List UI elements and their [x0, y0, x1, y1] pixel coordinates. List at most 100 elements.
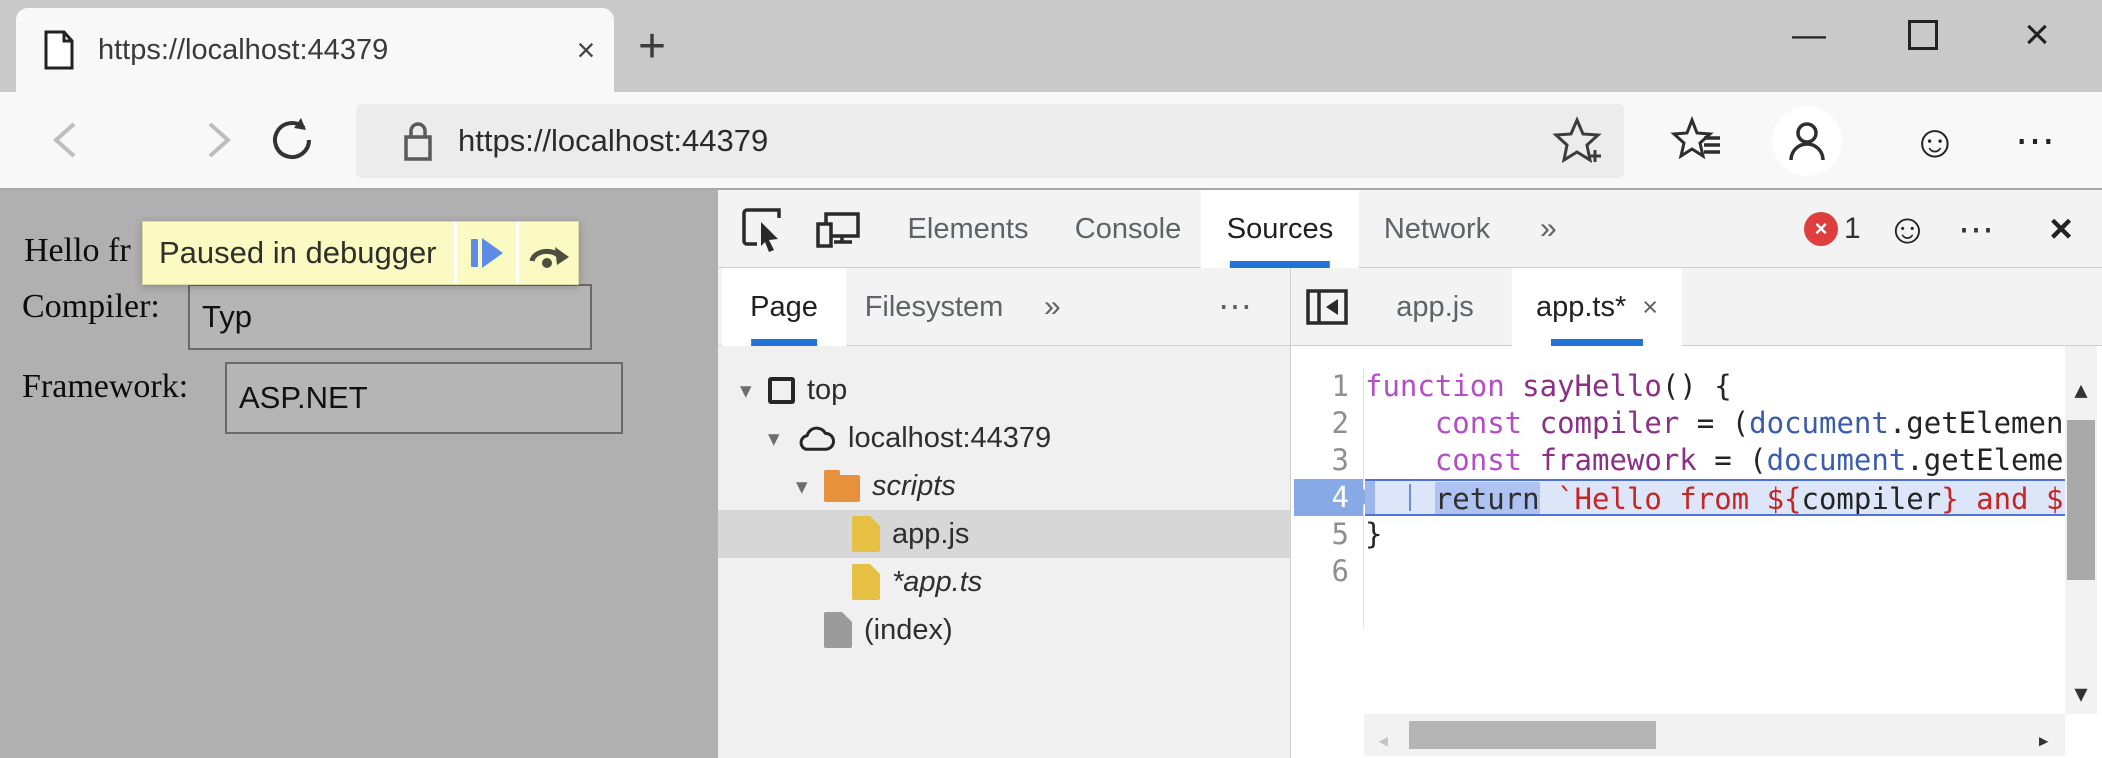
line-number-gutter[interactable]: 123456	[1291, 368, 1364, 628]
refresh-icon[interactable]	[268, 116, 316, 164]
devtools-tab-console[interactable]: Console	[1049, 190, 1207, 268]
expander-arrow-icon[interactable]: ▾	[740, 377, 768, 404]
folder-icon	[824, 475, 860, 502]
https-lock-icon	[400, 119, 436, 163]
horizontal-scrollbar[interactable]: ◂ ▸	[1364, 714, 2065, 756]
scroll-right-icon[interactable]: ▸	[2037, 722, 2051, 758]
compiler-label: Compiler:	[22, 288, 160, 326]
paused-banner-label: Paused in debugger	[143, 222, 454, 284]
sources-sidebar: PageFilesystem » ⋯ ▾top▾localhost:44379▾…	[718, 268, 1290, 758]
devtools-panel: ElementsConsoleSourcesNetwork » × 1 ☺ ⋯ …	[718, 190, 2102, 758]
favorites-hub-button[interactable]	[1662, 106, 1732, 176]
step-over-button[interactable]	[516, 222, 578, 284]
window-maximize-button[interactable]	[1880, 0, 1966, 70]
ellipsis-icon: ⋯	[2015, 118, 2059, 164]
step-over-icon	[527, 237, 571, 269]
sidebar-tab-filesystem[interactable]: Filesystem	[837, 268, 1032, 346]
tree-item-top[interactable]: ▾ top	[718, 366, 1290, 414]
browser-window: https://localhost:44379 × + — × https://…	[0, 0, 2102, 758]
line-number-6[interactable]: 6	[1291, 553, 1363, 590]
horizontal-scroll-thumb[interactable]	[1409, 721, 1656, 749]
tree-item--index-[interactable]: (index)	[718, 606, 1290, 654]
resume-script-button[interactable]	[454, 222, 516, 284]
page-heading: Hello fr	[24, 232, 131, 270]
vertical-scrollbar[interactable]: ▲ ▼	[2065, 346, 2097, 714]
device-toolbar-icon[interactable]	[816, 206, 862, 252]
vertical-scroll-thumb[interactable]	[2067, 420, 2095, 580]
hide-navigator-icon[interactable]	[1305, 285, 1349, 329]
tree-item-app-js[interactable]: app.js	[718, 510, 1290, 558]
compiler-value: Typ	[202, 299, 252, 335]
code-editor[interactable]: 123456 function sayHello() { const compi…	[1291, 346, 2102, 758]
profile-button[interactable]	[1772, 106, 1842, 176]
editor-tab-label: app.ts*	[1536, 291, 1626, 324]
address-bar-url[interactable]: https://localhost:44379	[458, 123, 1624, 159]
web-page: Hello fr Compiler: Typ Framework: ASP.NE…	[0, 190, 718, 758]
framework-value: ASP.NET	[239, 380, 368, 416]
code-line-4[interactable]: return `Hello from ${compiler} and ${f	[1365, 479, 2065, 516]
editor-tab-close-icon[interactable]: ×	[1642, 292, 1658, 323]
code-line-1[interactable]: function sayHello() {	[1365, 368, 2065, 405]
settings-more-button[interactable]: ⋯	[2002, 106, 2072, 176]
add-favorite-star-icon[interactable]	[1548, 112, 1606, 170]
tree-item-localhost-44379[interactable]: ▾ localhost:44379	[718, 414, 1290, 462]
devtools-feedback-smiley-icon[interactable]: ☺	[1886, 190, 1929, 268]
inspect-element-icon[interactable]	[740, 206, 786, 252]
line-number-3[interactable]: 3	[1291, 442, 1363, 479]
devtools-tab-sources[interactable]: Sources	[1201, 190, 1359, 268]
file-index-icon	[824, 612, 852, 648]
tab-title: https://localhost:44379	[98, 34, 558, 67]
line-number-5[interactable]: 5	[1291, 516, 1363, 553]
new-tab-button[interactable]: +	[622, 16, 682, 76]
frame-icon	[768, 377, 795, 404]
content-area: Hello fr Compiler: Typ Framework: ASP.NE…	[0, 190, 2102, 758]
window-close-button[interactable]: ×	[1994, 0, 2080, 70]
line-number-1[interactable]: 1	[1291, 368, 1363, 405]
tree-item-scripts[interactable]: ▾scripts	[718, 462, 1290, 510]
tree-item-label: (index)	[864, 614, 953, 647]
editor-tab-app-js[interactable]: app.js	[1372, 268, 1497, 346]
scroll-up-icon[interactable]: ▲	[2065, 372, 2097, 409]
code-line-6[interactable]	[1365, 553, 2065, 590]
devtools-tab-elements[interactable]: Elements	[882, 190, 1055, 268]
sidebar-menu-ellipsis-icon[interactable]: ⋯	[1218, 268, 1254, 346]
compiler-input[interactable]: Typ	[188, 284, 592, 350]
expander-arrow-icon[interactable]: ▾	[796, 473, 824, 500]
code-line-3[interactable]: const framework = (document.getElement	[1365, 442, 2065, 479]
more-tabs-chevrons[interactable]: »	[1540, 190, 1557, 268]
tree-item-label: app.js	[892, 518, 969, 551]
window-minimize-button[interactable]: —	[1766, 0, 1852, 70]
devtools-menu-ellipsis-icon[interactable]: ⋯	[1958, 190, 1997, 268]
code-line-5[interactable]: }	[1365, 516, 2065, 553]
back-icon[interactable]	[44, 116, 92, 164]
tree-item--app-ts[interactable]: *app.ts	[718, 558, 1290, 606]
line-number-4[interactable]: 4	[1294, 479, 1363, 516]
editor-tab-app-ts-[interactable]: app.ts* ×	[1512, 268, 1682, 346]
line-number-2[interactable]: 2	[1291, 405, 1363, 442]
scroll-left-icon[interactable]: ◂	[1376, 722, 1390, 758]
expander-arrow-icon[interactable]: ▾	[768, 425, 796, 452]
tab-close-icon[interactable]: ×	[558, 32, 614, 69]
sources-editor: app.js app.ts* × 123456 function sayHello(…	[1290, 268, 2102, 758]
framework-input[interactable]: ASP.NET	[225, 362, 623, 434]
file-tree: ▾ top ▾ localhost:44379 ▾scripts app.js *app.t…	[718, 346, 1290, 758]
sidebar-more-tabs-chevrons[interactable]: »	[1044, 268, 1061, 346]
resume-icon	[471, 238, 503, 268]
smiley-icon: ☺	[1912, 118, 1959, 164]
devtools-tab-network[interactable]: Network	[1358, 190, 1516, 268]
tree-item-label: top	[807, 374, 847, 407]
devtools-close-icon[interactable]: ×	[2036, 190, 2086, 268]
code-line-2[interactable]: const compiler = (document.getElementB	[1365, 405, 2065, 442]
code-lines[interactable]: function sayHello() { const compiler = (…	[1365, 368, 2065, 590]
address-bar[interactable]: https://localhost:44379	[356, 104, 1624, 178]
scroll-down-icon[interactable]: ▼	[2065, 676, 2097, 713]
browser-toolbar: https://localhost:44379 ☺ ⋯	[0, 92, 2102, 190]
forward-icon[interactable]	[192, 116, 240, 164]
sidebar-tab-page[interactable]: Page	[722, 268, 846, 346]
file-ts-icon	[852, 564, 880, 600]
tree-item-label: localhost:44379	[848, 422, 1051, 455]
feedback-button[interactable]: ☺	[1900, 106, 1970, 176]
browser-tab[interactable]: https://localhost:44379 ×	[16, 8, 614, 92]
error-badge-icon[interactable]: ×	[1804, 212, 1838, 246]
tab-strip: https://localhost:44379 × + — ×	[0, 0, 2102, 92]
